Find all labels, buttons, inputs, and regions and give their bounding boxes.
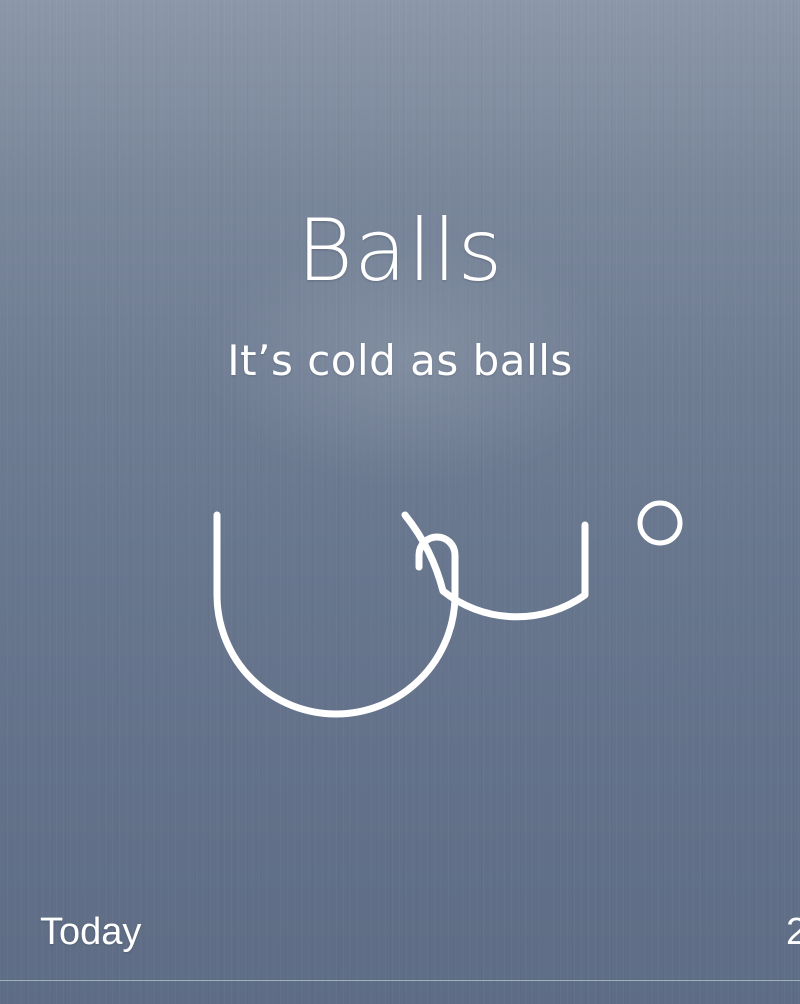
right-curve-icon: [401, 511, 589, 621]
degree-icon: [637, 500, 683, 546]
high-temperature: 2: [786, 911, 800, 953]
today-label: Today: [40, 911, 142, 953]
weather-condition: It’s cold as balls: [227, 336, 573, 385]
temperature-glyph-icon: [213, 500, 683, 718]
left-curve-icon: [213, 511, 459, 718]
forecast-row[interactable]: Today 2: [0, 905, 800, 965]
weather-screen: Balls It’s cold as balls Today 2: [0, 0, 800, 1004]
location-title: Balls: [296, 201, 504, 301]
divider: [0, 980, 800, 981]
